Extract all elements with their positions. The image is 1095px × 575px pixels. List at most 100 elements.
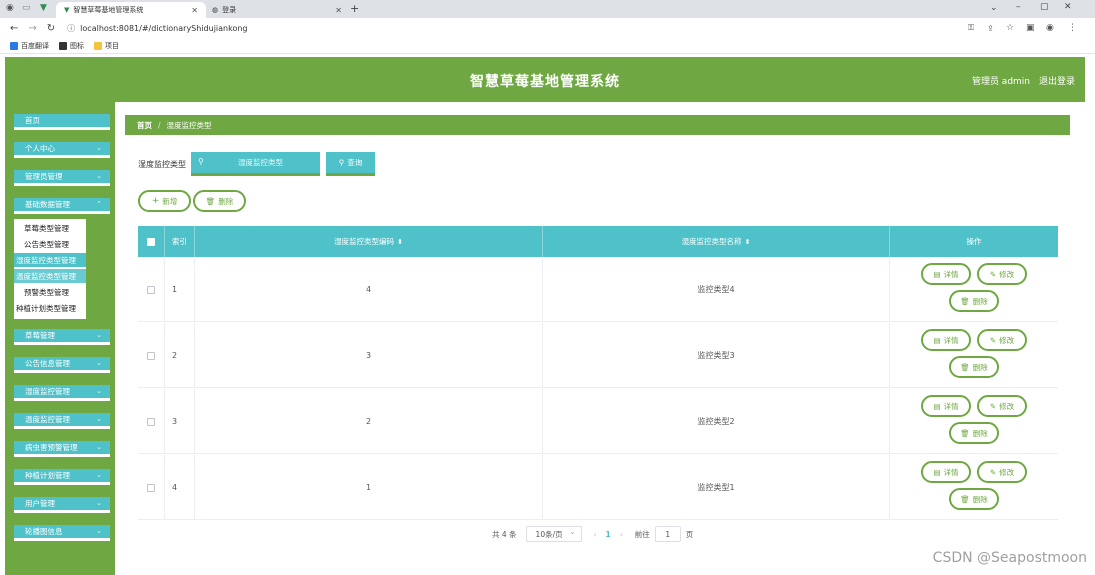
add-button[interactable]: + 新增 bbox=[138, 190, 191, 212]
sidebar-item-pest-warning[interactable]: 病虫害预警管理 ⌄ bbox=[14, 441, 110, 457]
edit-button-label: 修改 bbox=[999, 401, 1015, 411]
back-icon[interactable]: ← bbox=[10, 23, 18, 34]
row-index: 3 bbox=[165, 389, 195, 454]
reload-icon[interactable]: ↻ bbox=[47, 23, 55, 34]
tab-login[interactable]: ◍ 登录 ✕ bbox=[212, 2, 342, 18]
edit-button[interactable]: ✎ 修改 bbox=[977, 395, 1027, 417]
row-index-value: 3 bbox=[172, 417, 178, 426]
image-icon bbox=[59, 41, 67, 50]
bookmark-project[interactable]: 项目 bbox=[105, 41, 119, 51]
detail-button-label: 详情 bbox=[943, 467, 959, 477]
goto-label: 前往 bbox=[634, 529, 650, 539]
sidebar-item-users[interactable]: 用户管理 ⌄ bbox=[14, 497, 110, 513]
submenu-item-plan-type[interactable]: 种植计划类型管理 bbox=[14, 301, 86, 315]
sidebar-item-humidity[interactable]: 湿度监控管理 ⌄ bbox=[14, 385, 110, 401]
minimize-icon[interactable]: – bbox=[1016, 2, 1021, 12]
select-all-checkbox[interactable] bbox=[147, 237, 155, 246]
chevron-down-icon: ⌄ bbox=[96, 144, 102, 152]
new-tab-icon[interactable]: + bbox=[350, 2, 359, 15]
row-code-value: 3 bbox=[365, 351, 372, 360]
query-button[interactable]: ⚲ 查询 bbox=[326, 152, 375, 176]
submenu-item-strawberry-type[interactable]: 草莓类型管理 bbox=[14, 221, 86, 235]
submenu-item-label: 温度监控类型管理 bbox=[16, 271, 76, 281]
logout-link[interactable]: 退出登录 bbox=[1039, 74, 1075, 87]
browser-menu-icon[interactable]: ◉ bbox=[6, 3, 14, 13]
forward-icon[interactable]: → bbox=[28, 23, 36, 34]
close-icon[interactable]: ✕ bbox=[191, 6, 198, 15]
search-input[interactable] bbox=[191, 152, 320, 176]
tab-login-title: 登录 bbox=[222, 6, 237, 14]
sidebar-item-personal[interactable]: 个人中心 ⌄ bbox=[14, 142, 110, 158]
row-checkbox[interactable] bbox=[147, 417, 155, 426]
submenu-item-notice-type[interactable]: 公告类型管理 bbox=[14, 237, 86, 251]
delete-button[interactable]: 🗑︎ 删除 bbox=[949, 488, 999, 510]
detail-button[interactable]: ▤ 详情 bbox=[921, 395, 971, 417]
detail-button[interactable]: ▤ 详情 bbox=[921, 263, 971, 285]
star-icon[interactable]: ☆ bbox=[1006, 23, 1014, 33]
row-name-value: 监控类型3 bbox=[697, 351, 735, 360]
row-checkbox[interactable] bbox=[147, 483, 155, 492]
maximize-icon[interactable]: ▢ bbox=[1040, 2, 1049, 12]
chevron-down-icon: ⌄ bbox=[96, 443, 102, 451]
sort-icon[interactable]: ⬍ bbox=[397, 238, 403, 246]
edit-button[interactable]: ✎ 修改 bbox=[977, 329, 1027, 351]
key-icon[interactable]: ⚿ bbox=[968, 23, 974, 33]
table-header: 索引 湿度监控类型编码 ⬍ 湿度监控类型名称 ⬍ 操作 bbox=[138, 226, 1058, 257]
sort-icon[interactable]: ⬍ bbox=[745, 238, 751, 246]
current-page[interactable]: 1 bbox=[606, 530, 611, 539]
submenu-item-warning-type[interactable]: 预警类型管理 bbox=[14, 285, 86, 299]
bookmark-icons[interactable]: 图标 bbox=[70, 41, 84, 51]
delete-button[interactable]: 🗑︎ 删除 bbox=[949, 422, 999, 444]
sidebar-item-temperature[interactable]: 温度监控管理 ⌄ bbox=[14, 413, 110, 429]
page-size-select[interactable]: 10条/页 ⌄ bbox=[525, 526, 582, 542]
browser-tab-empty-icon[interactable]: ▭ bbox=[22, 3, 31, 13]
edit-button[interactable]: ✎ 修改 bbox=[977, 263, 1027, 285]
share-icon[interactable]: ⇪ bbox=[987, 24, 994, 33]
header-name[interactable]: 湿度监控类型名称 ⬍ bbox=[543, 226, 890, 257]
close-window-icon[interactable]: ✕ bbox=[1064, 2, 1072, 12]
header-code-label: 湿度监控类型编码 bbox=[334, 237, 395, 246]
sidebar-item-label: 公告信息管理 bbox=[25, 359, 70, 368]
header-code[interactable]: 湿度监控类型编码 ⬍ bbox=[195, 226, 543, 257]
sidebar-item-notice[interactable]: 公告信息管理 ⌄ bbox=[14, 357, 110, 373]
table-row: 2 3 监控类型3 ▤ 详情 ✎ 修改 🗑︎ 删除 bbox=[138, 323, 1058, 388]
table-row: 1 4 监控类型4 ▤ 详情 ✎ 修改 🗑︎ 删除 bbox=[138, 257, 1058, 322]
sidebar-item-home[interactable]: 首页 bbox=[14, 114, 110, 130]
delete-button-label: 删除 bbox=[972, 428, 988, 438]
detail-button[interactable]: ▤ 详情 bbox=[921, 329, 971, 351]
chevron-down-icon[interactable]: ⌄ bbox=[990, 3, 998, 13]
more-icon[interactable]: ⋮ bbox=[1068, 23, 1077, 33]
row-checkbox[interactable] bbox=[147, 351, 155, 360]
sidebar-panel-icon[interactable]: ▣ bbox=[1026, 23, 1035, 33]
row-index: 2 bbox=[165, 323, 195, 388]
sidebar-item-basic-data[interactable]: 基础数据管理 ⌃ bbox=[14, 198, 110, 214]
detail-button[interactable]: ▤ 详情 bbox=[921, 461, 971, 483]
submenu-item-humidity-type[interactable]: 湿度监控类型管理 bbox=[14, 253, 86, 267]
bookmark-translate[interactable]: 百度翻译 bbox=[21, 41, 49, 51]
breadcrumb-home[interactable]: 首页 bbox=[137, 120, 152, 131]
row-checkbox[interactable] bbox=[147, 285, 155, 294]
profile-icon[interactable]: ◉ bbox=[1046, 23, 1054, 33]
document-icon: ▤ bbox=[933, 401, 941, 411]
close-icon[interactable]: ✕ bbox=[335, 6, 342, 15]
detail-button-label: 详情 bbox=[943, 401, 959, 411]
sidebar-item-admin[interactable]: 管理员管理 ⌄ bbox=[14, 170, 110, 186]
batch-delete-button[interactable]: 🗑︎ 删除 bbox=[193, 190, 246, 212]
address-bar: ← → ↻ ⓘ localhost:8081/#/dictionaryShidu… bbox=[0, 18, 1095, 38]
tab-app-title: 智慧草莓基地管理系统 bbox=[73, 6, 144, 14]
sidebar-item-planting-plan[interactable]: 种植计划管理 ⌄ bbox=[14, 469, 110, 485]
url-field[interactable]: localhost:8081/#/dictionaryShidujiankong bbox=[80, 24, 247, 33]
delete-button[interactable]: 🗑︎ 删除 bbox=[949, 290, 999, 312]
edit-button[interactable]: ✎ 修改 bbox=[977, 461, 1027, 483]
sidebar-item-strawberry[interactable]: 草莓管理 ⌄ bbox=[14, 329, 110, 345]
row-name: 监控类型1 bbox=[543, 455, 890, 520]
row-name: 监控类型3 bbox=[543, 323, 890, 388]
sidebar-item-carousel[interactable]: 轮播图信息 ⌄ bbox=[14, 525, 110, 541]
submenu-item-temperature-type[interactable]: 温度监控类型管理 bbox=[14, 269, 86, 283]
prev-page-icon[interactable]: ‹ bbox=[594, 530, 597, 539]
delete-button[interactable]: 🗑︎ 删除 bbox=[949, 356, 999, 378]
tab-app[interactable]: ▼ 智慧草莓基地管理系统 ✕ bbox=[56, 2, 206, 18]
next-page-icon[interactable]: › bbox=[620, 530, 623, 539]
row-index: 1 bbox=[165, 257, 195, 322]
goto-page-input[interactable]: 1 bbox=[654, 526, 681, 542]
